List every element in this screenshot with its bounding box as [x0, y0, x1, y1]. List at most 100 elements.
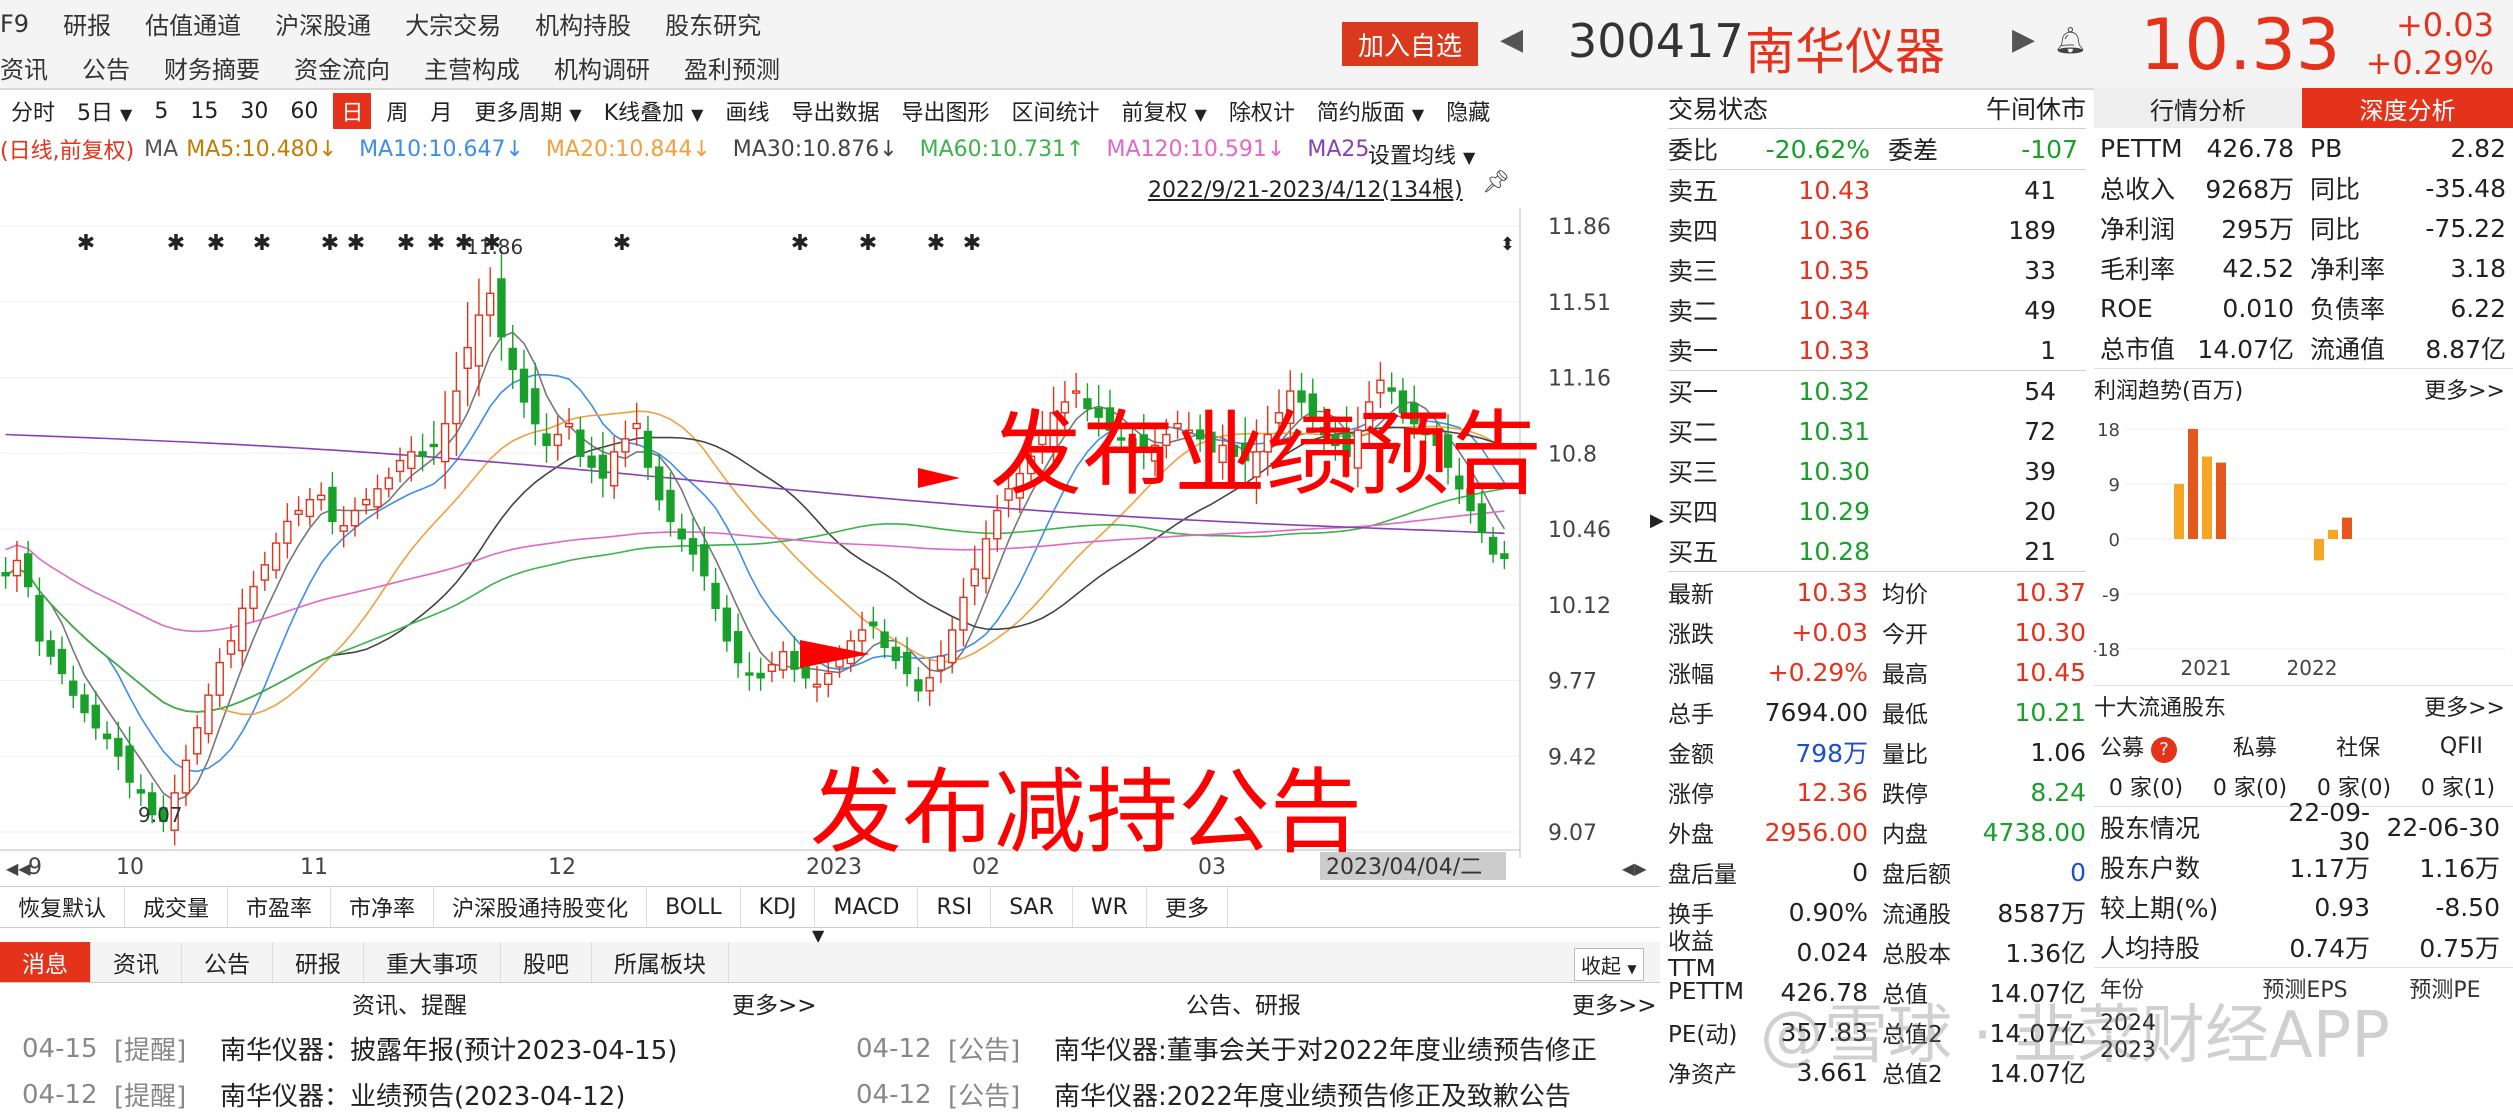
- news-tab-research[interactable]: 研报: [273, 942, 364, 982]
- nav-forecast[interactable]: 盈利预测: [684, 50, 780, 85]
- sell-level[interactable]: 卖三 10.35 33: [1668, 250, 2086, 290]
- period-month[interactable]: 月: [430, 95, 452, 127]
- tab-deep-analysis[interactable]: 深度分析: [2302, 88, 2513, 128]
- news-item[interactable]: 04-12 [提醒] 南华仪器：业绩预告(2023-04-12): [22, 1076, 625, 1113]
- tab-market-analysis[interactable]: 行情分析: [2094, 88, 2302, 128]
- news-tab-major[interactable]: 重大事项: [364, 942, 501, 982]
- period-5min[interactable]: 5: [154, 99, 168, 124]
- period-15min[interactable]: 15: [190, 99, 218, 124]
- export-graph[interactable]: 导出图形: [901, 95, 989, 127]
- event-marker-icon[interactable]: ✱: [253, 231, 271, 256]
- tab-wr[interactable]: WR: [1073, 887, 1147, 927]
- event-marker-icon[interactable]: ✱: [77, 231, 95, 256]
- news-tab-info[interactable]: 资讯: [91, 942, 182, 982]
- sell-level[interactable]: 卖五 10.43 41: [1668, 170, 2086, 210]
- nav-f9[interactable]: F9: [0, 10, 29, 38]
- ex-right[interactable]: 除权计: [1229, 95, 1295, 127]
- tab-pb[interactable]: 市净率: [331, 887, 435, 927]
- add-watchlist-button[interactable]: 加入自选: [1342, 22, 1478, 66]
- hide[interactable]: 隐藏: [1446, 95, 1490, 127]
- simple-layout[interactable]: 简约版面 ▼: [1317, 95, 1424, 127]
- period-60min[interactable]: 60: [290, 99, 318, 124]
- news-item[interactable]: 04-15 [提醒] 南华仪器：披露年报(预计2023-04-15): [22, 1030, 677, 1067]
- holder-stat-value: 0.93: [2314, 892, 2370, 922]
- event-marker-icon[interactable]: ✱: [347, 231, 365, 256]
- buy-level[interactable]: 买二 10.31 72: [1668, 411, 2086, 451]
- event-marker-icon[interactable]: ✱: [791, 231, 809, 256]
- candle-body: [260, 564, 270, 581]
- event-marker-icon[interactable]: ✱: [963, 231, 981, 256]
- tab-kdj[interactable]: KDJ: [741, 887, 816, 927]
- nav-shareholder[interactable]: 股东研究: [665, 6, 761, 41]
- buy-level[interactable]: 买三 10.30 39: [1668, 451, 2086, 491]
- prev-stock-icon[interactable]: ◀: [1500, 22, 1523, 57]
- pre-adjust[interactable]: 前复权 ▼: [1122, 95, 1207, 127]
- tab-boll[interactable]: BOLL: [647, 887, 741, 927]
- nav-block-trade[interactable]: 大宗交易: [405, 6, 501, 41]
- tab-macd[interactable]: MACD: [815, 887, 919, 927]
- period-5day[interactable]: 5日 ▼: [77, 95, 132, 127]
- news-tab-sector[interactable]: 所属板块: [592, 942, 729, 982]
- buy-level[interactable]: 买一 10.32 54: [1668, 371, 2086, 411]
- news-tab-forum[interactable]: 股吧: [501, 942, 592, 982]
- expand-right-icon[interactable]: ▶: [1650, 510, 1664, 531]
- tab-more[interactable]: 更多: [1147, 887, 1228, 927]
- event-marker-icon[interactable]: ✱: [613, 231, 631, 256]
- period-week[interactable]: 周: [386, 95, 408, 127]
- nav-business[interactable]: 主营构成: [424, 50, 520, 85]
- notice-item[interactable]: 04-12 [公告] 南华仪器:董事会关于对2022年度业绩预告修正: [856, 1030, 1597, 1067]
- period-day[interactable]: 日: [333, 93, 372, 129]
- nav-inst-survey[interactable]: 机构调研: [554, 50, 650, 85]
- event-marker-icon[interactable]: ✱: [321, 231, 339, 256]
- profit-more-link[interactable]: 更多>>: [2424, 373, 2513, 405]
- bell-icon[interactable]: 🔔︎: [2054, 26, 2087, 56]
- nav-notice[interactable]: 公告: [82, 50, 130, 85]
- nav-hsgt[interactable]: 沪深股通: [275, 6, 371, 41]
- sell-level[interactable]: 卖二 10.34 49: [1668, 290, 2086, 330]
- nav-inst-holding[interactable]: 机构持股: [535, 6, 631, 41]
- buy-level[interactable]: 买五 10.28 21: [1668, 531, 2086, 571]
- news-tab-messages[interactable]: 消息: [0, 942, 91, 982]
- scroll-left-icon[interactable]: ◀◀: [6, 859, 31, 878]
- event-marker-icon[interactable]: ✱: [927, 231, 945, 256]
- period-30min[interactable]: 30: [240, 99, 268, 124]
- event-marker-icon[interactable]: ⬍: [1500, 234, 1515, 255]
- period-intraday[interactable]: 分时: [11, 95, 55, 127]
- news-more-left[interactable]: 更多>>: [732, 986, 817, 1020]
- event-marker-icon[interactable]: ✱: [397, 231, 415, 256]
- tab-volume[interactable]: 成交量: [125, 887, 229, 927]
- scroll-right-icon[interactable]: ◀▶: [1622, 859, 1647, 878]
- ma250-value: MA25: [1307, 136, 1370, 162]
- nav-finance[interactable]: 财务摘要: [164, 50, 260, 85]
- export-data[interactable]: 导出数据: [791, 95, 879, 127]
- collapse-button[interactable]: 收起 ▼: [1574, 948, 1644, 981]
- holders-more-link[interactable]: 更多>>: [2424, 690, 2513, 722]
- nav-valuation[interactable]: 估值通道: [145, 6, 241, 41]
- nav-news[interactable]: 资讯: [0, 50, 48, 85]
- tab-hsgt-holding[interactable]: 沪深股通持股变化: [434, 887, 648, 927]
- nav-research[interactable]: 研报: [63, 6, 111, 41]
- event-marker-icon[interactable]: ✱: [167, 231, 185, 256]
- holder-type-public[interactable]: 公募 ?: [2094, 730, 2203, 763]
- more-periods[interactable]: 更多周期 ▼: [474, 95, 581, 127]
- range-stats[interactable]: 区间统计: [1012, 95, 1100, 127]
- notice-item[interactable]: 04-12 [公告] 南华仪器:2022年度业绩预告修正及致歉公告: [856, 1076, 1571, 1113]
- tab-pe[interactable]: 市盈率: [228, 887, 332, 927]
- event-marker-icon[interactable]: ✱: [859, 231, 877, 256]
- event-marker-icon[interactable]: ✱: [207, 231, 225, 256]
- next-stock-icon[interactable]: ▶: [2012, 22, 2035, 57]
- help-icon[interactable]: ?: [2151, 736, 2178, 763]
- news-tab-notice[interactable]: 公告: [182, 942, 273, 982]
- sell-level[interactable]: 卖一 10.33 1: [1668, 330, 2086, 370]
- tab-sar[interactable]: SAR: [991, 887, 1073, 927]
- tab-reset[interactable]: 恢复默认: [0, 887, 126, 927]
- event-marker-icon[interactable]: ✱: [427, 231, 445, 256]
- news-more-right[interactable]: 更多>>: [1572, 986, 1657, 1020]
- tab-rsi[interactable]: RSI: [918, 887, 992, 927]
- draw-line[interactable]: 画线: [725, 95, 769, 127]
- sell-level[interactable]: 卖四 10.36 189: [1668, 210, 2086, 250]
- kline-overlay[interactable]: K线叠加 ▼: [604, 95, 704, 127]
- ma-setting-button[interactable]: 设置均线 ▼: [1368, 138, 1476, 170]
- nav-fund-flow[interactable]: 资金流向: [294, 50, 390, 85]
- buy-level[interactable]: 买四 10.29 20: [1668, 491, 2086, 531]
